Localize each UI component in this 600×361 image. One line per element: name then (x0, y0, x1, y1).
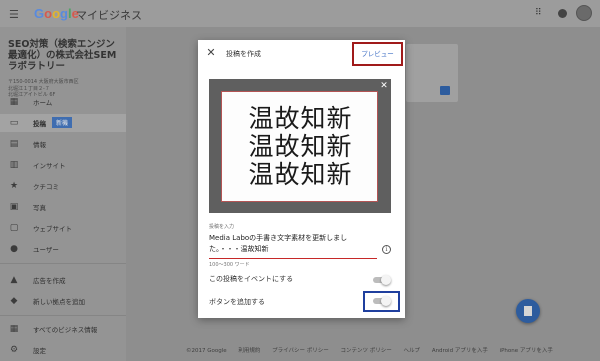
event-toggle[interactable] (371, 275, 391, 285)
business-name: SEO対策（検索エンジン最適化）の株式会社SEMラボラトリー (8, 39, 117, 72)
sidebar-item-label: 広告を作成 (33, 277, 66, 285)
sidebar-item-create-ad[interactable]: ▲ 広告を作成 (0, 271, 126, 289)
footer-link-terms[interactable]: 利用規約 (238, 348, 260, 354)
dialog-title: 投稿を作成 (226, 50, 261, 58)
sidebar-item-reviews[interactable]: ★ クチコミ (0, 177, 126, 195)
sidebar-item-label: ウェブサイト (33, 225, 72, 233)
users-icon: ● (10, 244, 18, 254)
footer: ©2017 Google 利用規約 プライバシー ポリシー コンテンツ ポリシー… (186, 346, 563, 354)
sidebar-item-website[interactable]: ▢ ウェブサイト (0, 219, 126, 237)
sidebar-item-photos[interactable]: ▣ 写真 (0, 198, 126, 216)
add-button-toggle[interactable] (371, 296, 391, 306)
sidebar-divider (0, 315, 126, 316)
sidebar-item-all-businesses[interactable]: ▦ すべてのビジネス情報 (0, 320, 126, 338)
top-app-bar: ☰ Google マイビジネス ⠿ (0, 0, 600, 27)
apps-grid-icon[interactable]: ⠿ (535, 8, 542, 18)
ads-icon: ▲ (10, 275, 18, 285)
post-input-label: 投稿を入力 (209, 224, 235, 230)
footer-link-privacy[interactable]: プライバシー ポリシー (272, 348, 329, 354)
sidebar: SEO対策（検索エンジン最適化）の株式会社SEMラボラトリー 〒150-0014… (0, 27, 126, 361)
hamburger-menu-icon[interactable]: ☰ (9, 8, 19, 21)
footer-link-content-policy[interactable]: コンテンツ ポリシー (341, 348, 392, 354)
background-card (406, 44, 458, 102)
gear-icon: ⚙ (9, 345, 19, 355)
footer-link-help[interactable]: ヘルプ (404, 348, 421, 354)
footer-copyright: ©2017 Google (186, 348, 227, 354)
sidebar-item-info[interactable]: ▤ 情報 (0, 135, 126, 153)
toggle-knob (381, 296, 391, 306)
footer-link-iphone[interactable]: iPhone アプリを入手 (500, 348, 553, 354)
sidebar-item-label: ユーザー (33, 246, 59, 254)
new-badge: 新機 (52, 117, 73, 128)
posts-icon: ▭ (9, 118, 19, 128)
insights-icon: ▥ (9, 160, 19, 170)
business-icon: ▦ (9, 324, 19, 334)
info-icon[interactable]: i (382, 245, 391, 254)
sidebar-item-insights[interactable]: ▥ インサイト (0, 156, 126, 174)
star-icon: ★ (9, 181, 19, 191)
home-icon: ▦ (9, 97, 19, 107)
sidebar-item-label: 情報 (33, 141, 46, 149)
sidebar-item-users[interactable]: ● ユーザー (0, 240, 126, 258)
location-icon: ◆ (10, 296, 18, 306)
google-logo: Google (34, 6, 79, 21)
footer-link-android[interactable]: Android アプリを入手 (432, 348, 488, 354)
sidebar-divider (0, 263, 126, 264)
kanji-line: 温故知新 (248, 104, 353, 133)
create-post-dialog: ✕ 投稿を作成 プレビュー ✕ 温故知新 温故知新 温故知新 投稿を入力 Med… (198, 40, 405, 318)
account-avatar[interactable] (576, 5, 592, 21)
post-icon (524, 306, 532, 316)
remove-photo-icon[interactable]: ✕ (379, 81, 389, 91)
photo-icon: ▣ (9, 202, 19, 212)
post-text-input[interactable]: Media Laboの手書き文字素材を更新しました。・・・温故知新 (209, 233, 374, 255)
sidebar-item-label: 写真 (33, 204, 46, 212)
website-icon: ▢ (9, 223, 19, 233)
notifications-icon[interactable] (558, 9, 567, 18)
close-icon[interactable]: ✕ (206, 47, 216, 59)
sidebar-item-label: インサイト (33, 162, 66, 170)
sidebar-item-label: ホーム (33, 99, 53, 107)
sidebar-item-label: すべてのビジネス情報 (33, 326, 98, 334)
event-toggle-label: この投稿をイベントにする (209, 275, 294, 283)
sidebar-item-posts[interactable]: ▭ 投稿 新機 (0, 114, 126, 132)
sidebar-item-label: 投稿 (33, 120, 46, 128)
product-name: マイビジネス (76, 9, 142, 22)
toggle-knob (381, 275, 391, 285)
sidebar-item-settings[interactable]: ⚙ 設定 (0, 341, 126, 359)
sidebar-item-label: 新しい拠点を追加 (33, 298, 85, 306)
post-input-underline (209, 258, 377, 259)
camera-icon[interactable] (440, 86, 450, 95)
sidebar-item-home[interactable]: ▦ ホーム (0, 93, 126, 111)
sidebar-item-label: クチコミ (33, 183, 59, 191)
sidebar-item-label: 設定 (33, 347, 46, 355)
info-card-icon: ▤ (9, 139, 19, 149)
sidebar-item-add-location[interactable]: ◆ 新しい拠点を追加 (0, 292, 126, 310)
word-count-hint: 100〜300 ワード (209, 262, 250, 268)
handwritten-paper: 温故知新 温故知新 温故知新 (221, 91, 378, 202)
kanji-line: 温故知新 (248, 160, 353, 189)
add-button-toggle-label: ボタンを追加する (209, 298, 265, 306)
create-post-fab[interactable] (516, 299, 540, 323)
kanji-line: 温故知新 (248, 132, 353, 161)
preview-button[interactable]: プレビュー (352, 42, 403, 66)
